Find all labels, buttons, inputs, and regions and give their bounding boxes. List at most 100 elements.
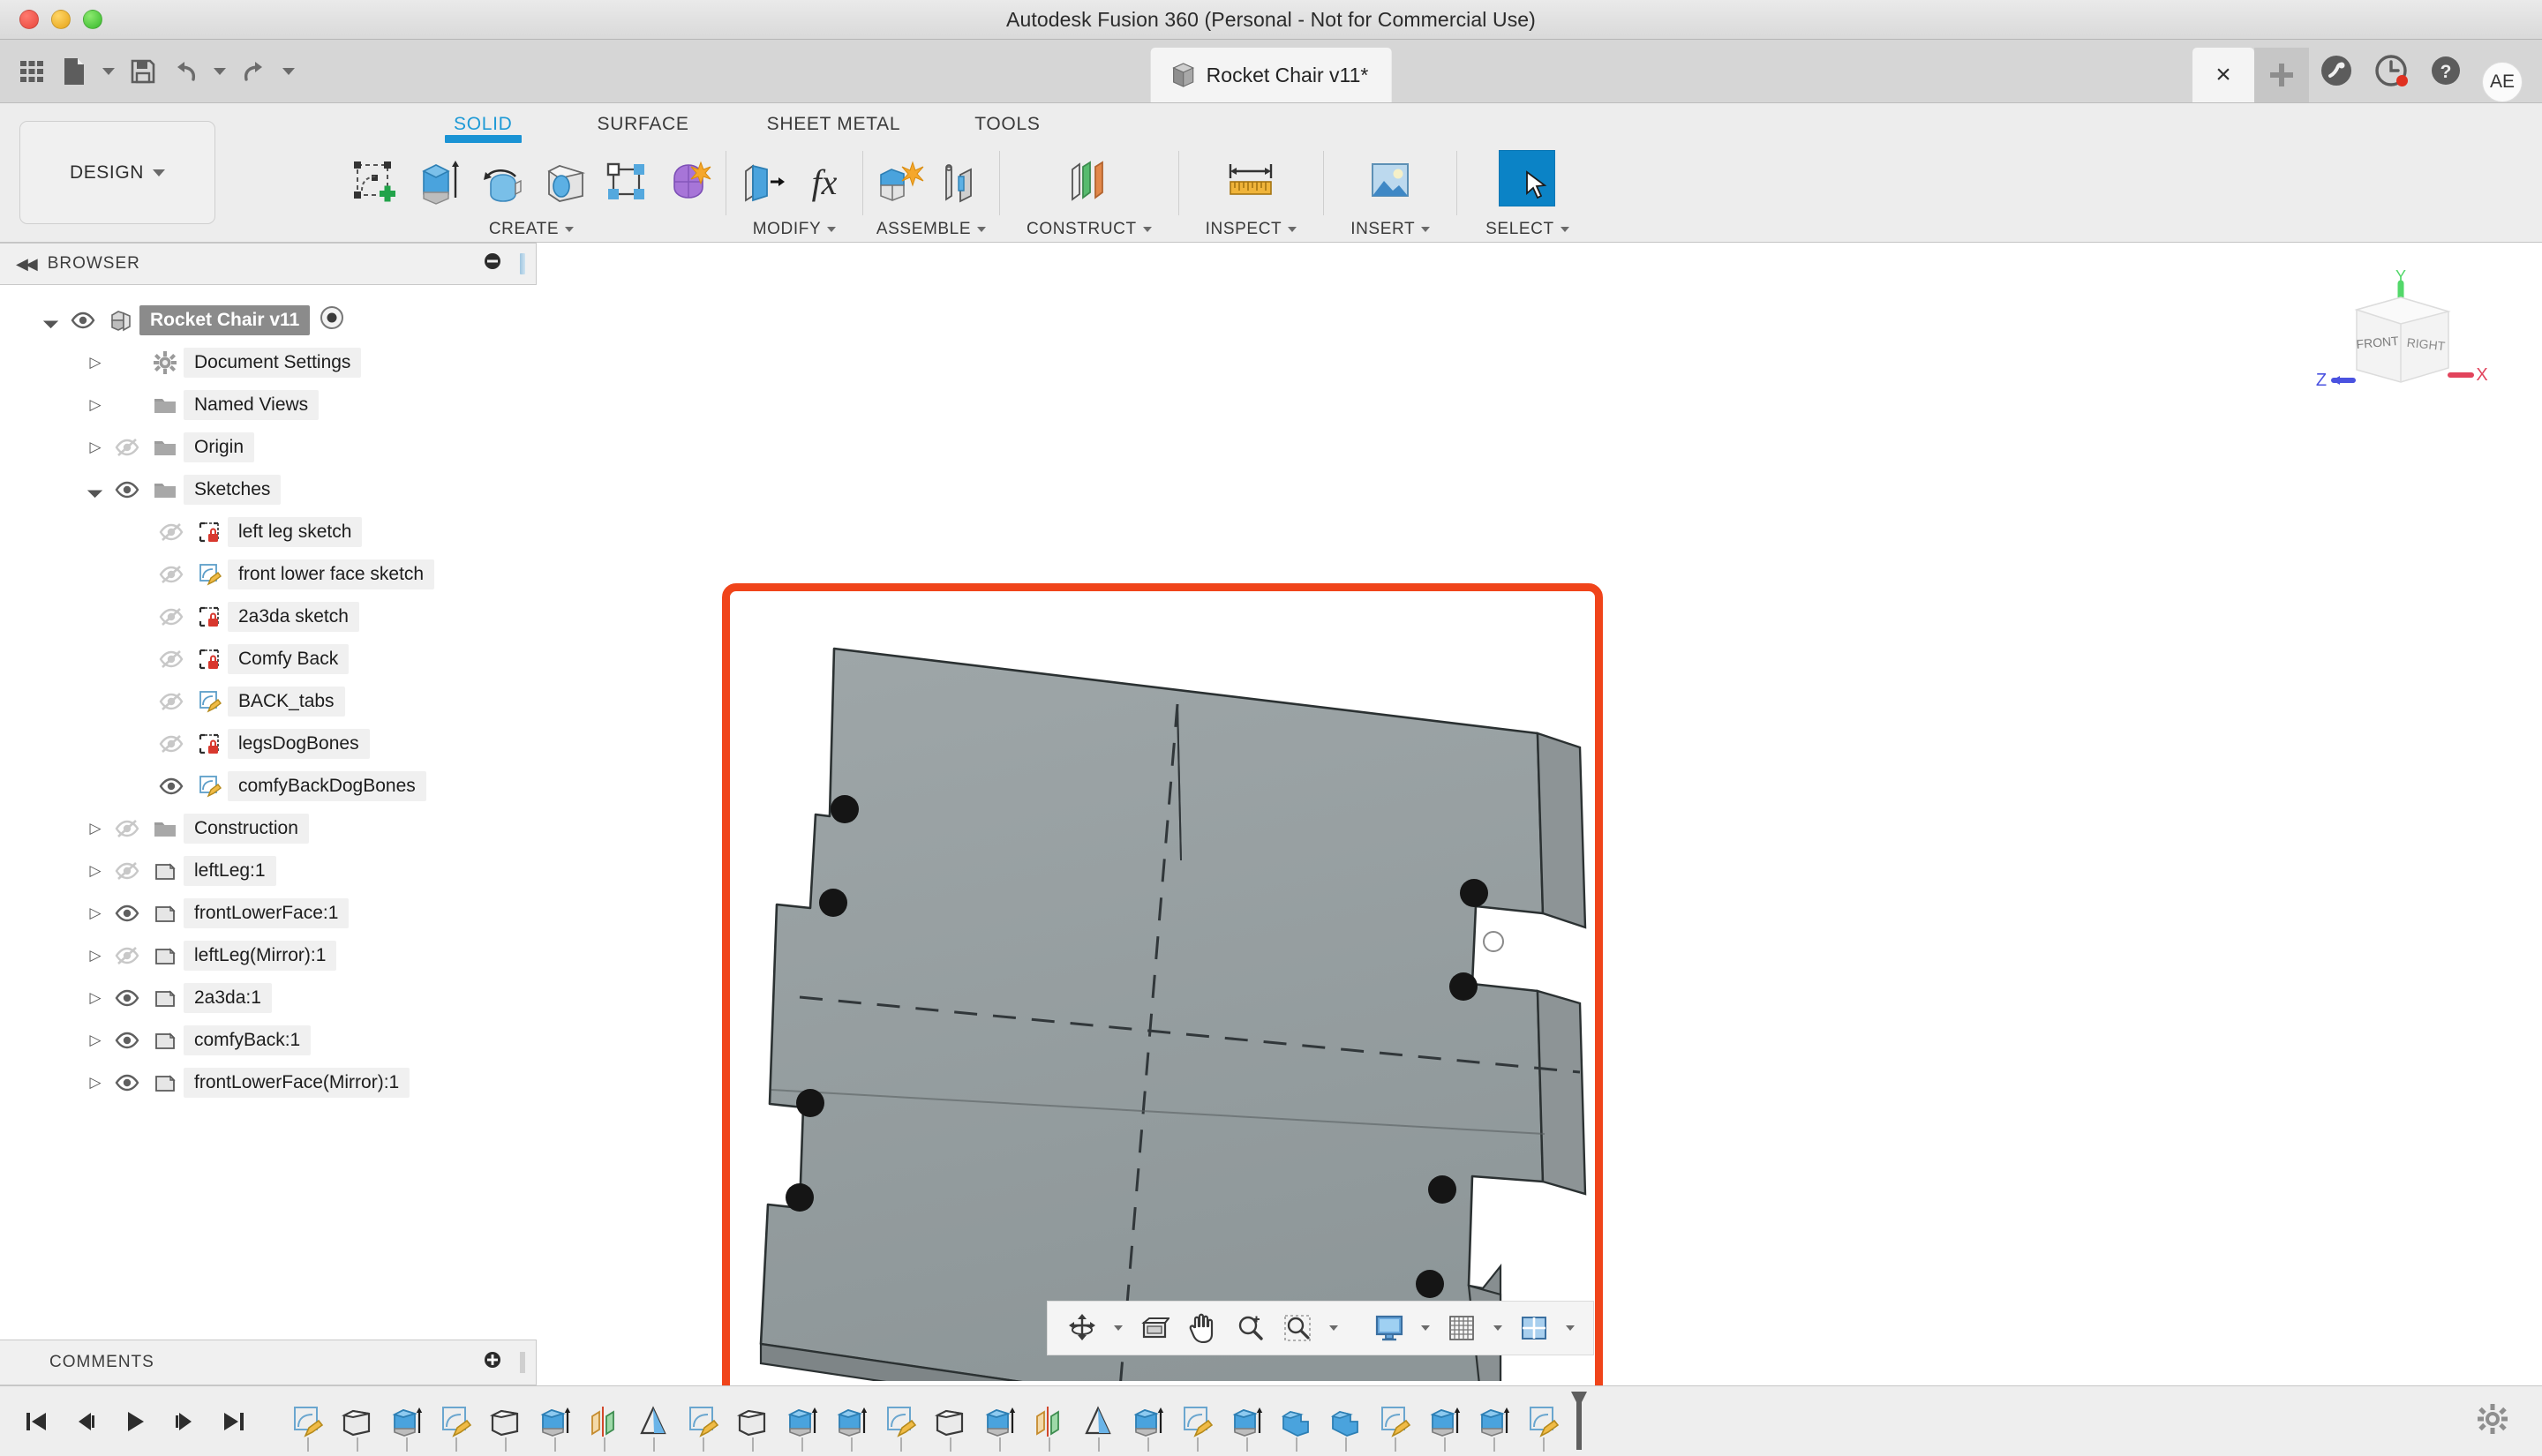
expand-arrow-icon[interactable]: ▷	[89, 947, 101, 964]
timeline-feature[interactable]	[1419, 1397, 1469, 1452]
visibility-icon[interactable]	[115, 436, 139, 459]
expand-arrow-icon[interactable]: ▷	[89, 354, 101, 372]
app-grid-icon[interactable]	[12, 49, 51, 94]
browser-item-back-tabs[interactable]: BACK_tabs	[0, 680, 537, 723]
pin-icon[interactable]	[483, 251, 502, 276]
ribbon-tab-solid[interactable]: SOLID	[445, 110, 522, 143]
timeline-sketch-icon[interactable]	[290, 1404, 325, 1439]
change-parameters-icon[interactable]: fx	[799, 152, 852, 206]
browser-item-left-leg-sketch[interactable]: left leg sketch	[0, 511, 537, 553]
timeline-feature[interactable]	[777, 1397, 826, 1452]
timeline-feature[interactable]	[826, 1397, 876, 1452]
measure-icon[interactable]	[1222, 152, 1280, 206]
browser-item-construction[interactable]: ▷ Construction	[0, 807, 537, 850]
help-icon[interactable]: ?	[2418, 39, 2473, 102]
timeline-feature[interactable]	[1123, 1397, 1172, 1452]
timeline-draft-icon[interactable]	[1080, 1404, 1116, 1439]
tree-arrow[interactable]: ▷	[83, 989, 108, 1007]
visibility-icon[interactable]	[159, 732, 184, 755]
ribbon-group-modify-label[interactable]: MODIFY	[753, 220, 837, 239]
visibility-icon[interactable]	[159, 690, 184, 713]
tree-visibility-toggle[interactable]	[108, 436, 147, 459]
offset-plane-icon[interactable]	[1060, 152, 1118, 206]
timeline-extrude-icon[interactable]	[833, 1404, 869, 1439]
visibility-icon[interactable]	[159, 775, 184, 798]
tree-visibility-toggle[interactable]	[108, 902, 147, 925]
orbit-caret-icon[interactable]	[1108, 1306, 1129, 1350]
zoom-in-icon[interactable]	[1228, 1306, 1272, 1350]
timeline-sketch-icon[interactable]	[438, 1404, 473, 1439]
timeline-feature[interactable]	[1024, 1397, 1073, 1452]
ribbon-tab-surface[interactable]: SURFACE	[596, 110, 691, 135]
job-status-icon[interactable]	[2309, 39, 2364, 102]
timeline-feature[interactable]	[925, 1397, 974, 1452]
visibility-icon[interactable]	[115, 902, 139, 925]
timeline-mirror-icon[interactable]	[1031, 1404, 1066, 1439]
zoom-window-icon[interactable]	[1275, 1306, 1320, 1350]
step-back-icon[interactable]	[69, 1402, 102, 1441]
tree-visibility-toggle[interactable]	[152, 648, 191, 671]
notifications-icon[interactable]	[2364, 39, 2418, 102]
timeline-extrude-icon[interactable]	[784, 1404, 819, 1439]
close-tab-button[interactable]: ×	[2192, 48, 2254, 102]
sweep-icon[interactable]	[538, 152, 591, 206]
timeline-sketch-icon[interactable]	[883, 1404, 918, 1439]
new-document-icon[interactable]	[55, 49, 94, 94]
browser-item-sketches[interactable]: ◢ Sketches	[0, 469, 537, 511]
timeline-extrude-gray-icon[interactable]	[487, 1404, 523, 1439]
timeline-extrude-gray-icon[interactable]	[734, 1404, 770, 1439]
tree-visibility-toggle[interactable]	[152, 690, 191, 713]
timeline-settings-gear-icon[interactable]	[2477, 1403, 2508, 1439]
tree-visibility-toggle[interactable]	[64, 309, 102, 332]
undo-icon[interactable]	[166, 49, 205, 94]
timeline-extrude-icon[interactable]	[537, 1404, 572, 1439]
tree-visibility-toggle[interactable]	[108, 1029, 147, 1052]
browser-item-leftleg-mirror-1[interactable]: ▷ leftLeg(Mirror):1	[0, 934, 537, 977]
zoom-caret-icon[interactable]	[1323, 1306, 1344, 1350]
timeline-extrude-icon[interactable]	[1426, 1404, 1462, 1439]
go-to-end-icon[interactable]	[217, 1402, 251, 1441]
browser-item-comfybackdogbones[interactable]: comfyBackDogBones	[0, 765, 537, 807]
timeline-feature[interactable]	[876, 1397, 925, 1452]
grid-snap-icon[interactable]	[1440, 1306, 1484, 1350]
extrude-icon[interactable]	[410, 152, 468, 206]
timeline-combine-icon[interactable]	[1327, 1404, 1363, 1439]
pan-icon[interactable]	[1180, 1306, 1224, 1350]
form-icon[interactable]	[662, 152, 715, 206]
browser-item-2a3da-sketch[interactable]: 2a3da sketch	[0, 596, 537, 638]
display-caret-icon[interactable]	[1415, 1306, 1436, 1350]
visibility-icon[interactable]	[115, 987, 139, 1009]
timeline-sketch-icon[interactable]	[1179, 1404, 1215, 1439]
tree-visibility-toggle[interactable]	[108, 987, 147, 1009]
tree-arrow[interactable]: ▷	[83, 439, 108, 456]
expand-arrow-icon[interactable]: ▷	[89, 989, 101, 1007]
select-cursor-icon[interactable]	[1498, 150, 1556, 206]
visibility-icon[interactable]	[159, 605, 184, 628]
new-document-caret[interactable]	[97, 49, 120, 94]
timeline-sketch-icon[interactable]	[1377, 1404, 1412, 1439]
visibility-icon[interactable]	[159, 521, 184, 544]
ribbon-group-insert-label[interactable]: INSERT	[1350, 220, 1431, 239]
visibility-icon[interactable]	[115, 478, 139, 501]
document-tab[interactable]: Rocket Chair v11*	[1150, 48, 1392, 102]
visibility-icon[interactable]	[115, 859, 139, 882]
tree-arrow[interactable]: ▷	[83, 947, 108, 964]
play-icon[interactable]	[118, 1402, 152, 1441]
expand-arrow-icon[interactable]: ▷	[89, 396, 101, 414]
visibility-icon[interactable]	[115, 1029, 139, 1052]
step-forward-icon[interactable]	[168, 1402, 201, 1441]
viewports-caret-icon[interactable]	[1560, 1306, 1581, 1350]
expand-arrow-icon[interactable]: ▷	[89, 1074, 101, 1092]
visibility-icon[interactable]	[115, 817, 139, 840]
tree-visibility-toggle[interactable]	[152, 605, 191, 628]
timeline-feature[interactable]	[1222, 1397, 1271, 1452]
timeline-extrude-icon[interactable]	[981, 1404, 1017, 1439]
timeline-extrude-icon[interactable]	[1229, 1404, 1264, 1439]
timeline-feature[interactable]	[332, 1397, 381, 1452]
undo-caret[interactable]	[208, 49, 231, 94]
browser-item-named-views[interactable]: ▷ Named Views	[0, 384, 537, 426]
browser-item-front-lower-face-sketch[interactable]: front lower face sketch	[0, 553, 537, 596]
account-avatar[interactable]: AE	[2482, 62, 2523, 102]
tree-visibility-toggle[interactable]	[152, 732, 191, 755]
ribbon-group-select-label[interactable]: SELECT	[1485, 220, 1569, 239]
